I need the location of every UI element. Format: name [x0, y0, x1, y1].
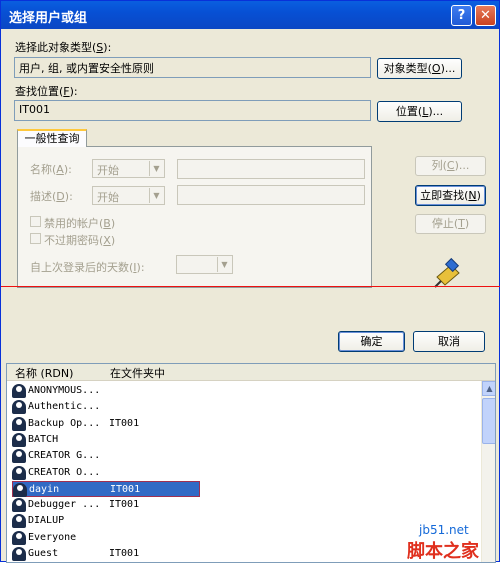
watermark-site: jb51.net: [419, 523, 469, 537]
results-scrollbar[interactable]: ▲: [481, 381, 495, 562]
table-row[interactable]: CREATOR O...: [7, 465, 482, 481]
row-name: dayin: [29, 483, 60, 495]
days-since-logon-label: 自上次登录后的天数(I):: [30, 261, 145, 274]
tab-common-queries[interactable]: 一般性查询: [17, 129, 87, 147]
row-name: Guest: [28, 548, 59, 559]
user-icon: [12, 547, 26, 561]
find-now-button[interactable]: 立即查找(N): [415, 185, 486, 206]
location-label: 查找位置(F):: [15, 85, 78, 98]
row-name: CREATOR O...: [28, 466, 101, 478]
object-type-label: 选择此对象类型(S):: [15, 41, 112, 54]
watermark-brand: 脚本之家: [407, 541, 479, 562]
row-folder: IT001: [110, 483, 141, 495]
description-input[interactable]: [177, 185, 365, 205]
row-name: DIALUP: [28, 515, 65, 527]
user-icon: [12, 514, 26, 529]
red-annotation-line: [1, 286, 500, 287]
disabled-accounts-checkbox[interactable]: [30, 216, 41, 227]
chevron-down-icon: ▼: [149, 188, 163, 203]
row-folder: IT001: [109, 417, 140, 429]
scroll-up-icon[interactable]: ▲: [482, 381, 495, 396]
help-button[interactable]: ?: [451, 5, 472, 26]
chevron-down-icon: ▼: [149, 161, 163, 176]
window-title: 选择用户或组: [9, 11, 88, 26]
select-users-dialog: 选择用户或组 ? ✕ 选择此对象类型(S): 用户, 组, 或内置安全性原则 对…: [0, 0, 500, 563]
title-bar[interactable]: 选择用户或组 ? ✕: [1, 1, 499, 29]
description-operator-select[interactable]: 开始 ▼: [92, 186, 165, 205]
table-row[interactable]: CREATOR G...: [7, 448, 482, 464]
user-icon: [12, 400, 26, 415]
location-field: IT001: [14, 100, 371, 121]
user-icon: [12, 384, 26, 398]
row-name: Everyone: [28, 531, 77, 543]
close-button[interactable]: ✕: [475, 5, 496, 26]
row-name: ANONYMOUS...: [28, 385, 101, 396]
ok-button[interactable]: 确定: [338, 331, 405, 352]
stop-button[interactable]: 停止(T): [415, 214, 486, 234]
disabled-accounts-label: 禁用的帐户(B): [44, 217, 116, 230]
name-input[interactable]: [177, 159, 365, 179]
help-icon: ?: [457, 8, 466, 23]
user-icon: [12, 449, 26, 464]
chevron-down-icon: ▼: [217, 257, 231, 272]
table-row[interactable]: Authentic...: [7, 399, 482, 415]
user-icon: [12, 498, 26, 513]
column-header-name[interactable]: 名称 (RDN): [15, 365, 73, 381]
row-folder: IT001: [109, 499, 140, 511]
row-name: Backup Op...: [28, 417, 101, 429]
description-label: 描述(D):: [30, 190, 73, 203]
non-expiring-password-label: 不过期密码(X): [44, 234, 116, 247]
close-icon: ✕: [480, 8, 491, 23]
column-header-folder[interactable]: 在文件夹中: [110, 365, 165, 381]
row-name: BATCH: [28, 433, 59, 445]
object-types-button[interactable]: 对象类型(O)...: [377, 58, 462, 79]
user-icon: [13, 482, 27, 497]
cancel-button[interactable]: 取消: [413, 331, 485, 352]
row-name: Authentic...: [28, 401, 101, 413]
table-row[interactable]: dayin IT001: [12, 480, 200, 497]
non-expiring-password-checkbox[interactable]: [30, 233, 41, 244]
name-label: 名称(A):: [30, 163, 72, 176]
table-row[interactable]: ANONYMOUS...: [7, 383, 482, 399]
user-icon: [12, 530, 26, 545]
table-row[interactable]: DIALUP: [7, 513, 482, 529]
search-flashlight-icon: [434, 257, 460, 288]
locations-button[interactable]: 位置(L)...: [377, 101, 462, 122]
days-since-logon-select[interactable]: ▼: [176, 255, 233, 274]
table-row[interactable]: Backup Op... IT001: [7, 416, 482, 432]
results-header: 名称 (RDN) 在文件夹中: [7, 364, 495, 381]
row-name: CREATOR G...: [28, 450, 101, 462]
scroll-thumb[interactable]: [482, 398, 495, 444]
user-icon: [12, 432, 26, 447]
table-row[interactable]: Debugger ... IT001: [7, 497, 482, 513]
user-icon: [12, 465, 26, 480]
user-icon: [12, 416, 26, 431]
row-name: Debugger ...: [28, 499, 101, 511]
table-row[interactable]: BATCH: [7, 432, 482, 448]
name-operator-select[interactable]: 开始 ▼: [92, 159, 165, 178]
object-type-field: 用户, 组, 或内置安全性原则: [14, 57, 371, 78]
row-folder: IT001: [109, 548, 140, 559]
columns-button[interactable]: 列(C)...: [415, 156, 486, 176]
